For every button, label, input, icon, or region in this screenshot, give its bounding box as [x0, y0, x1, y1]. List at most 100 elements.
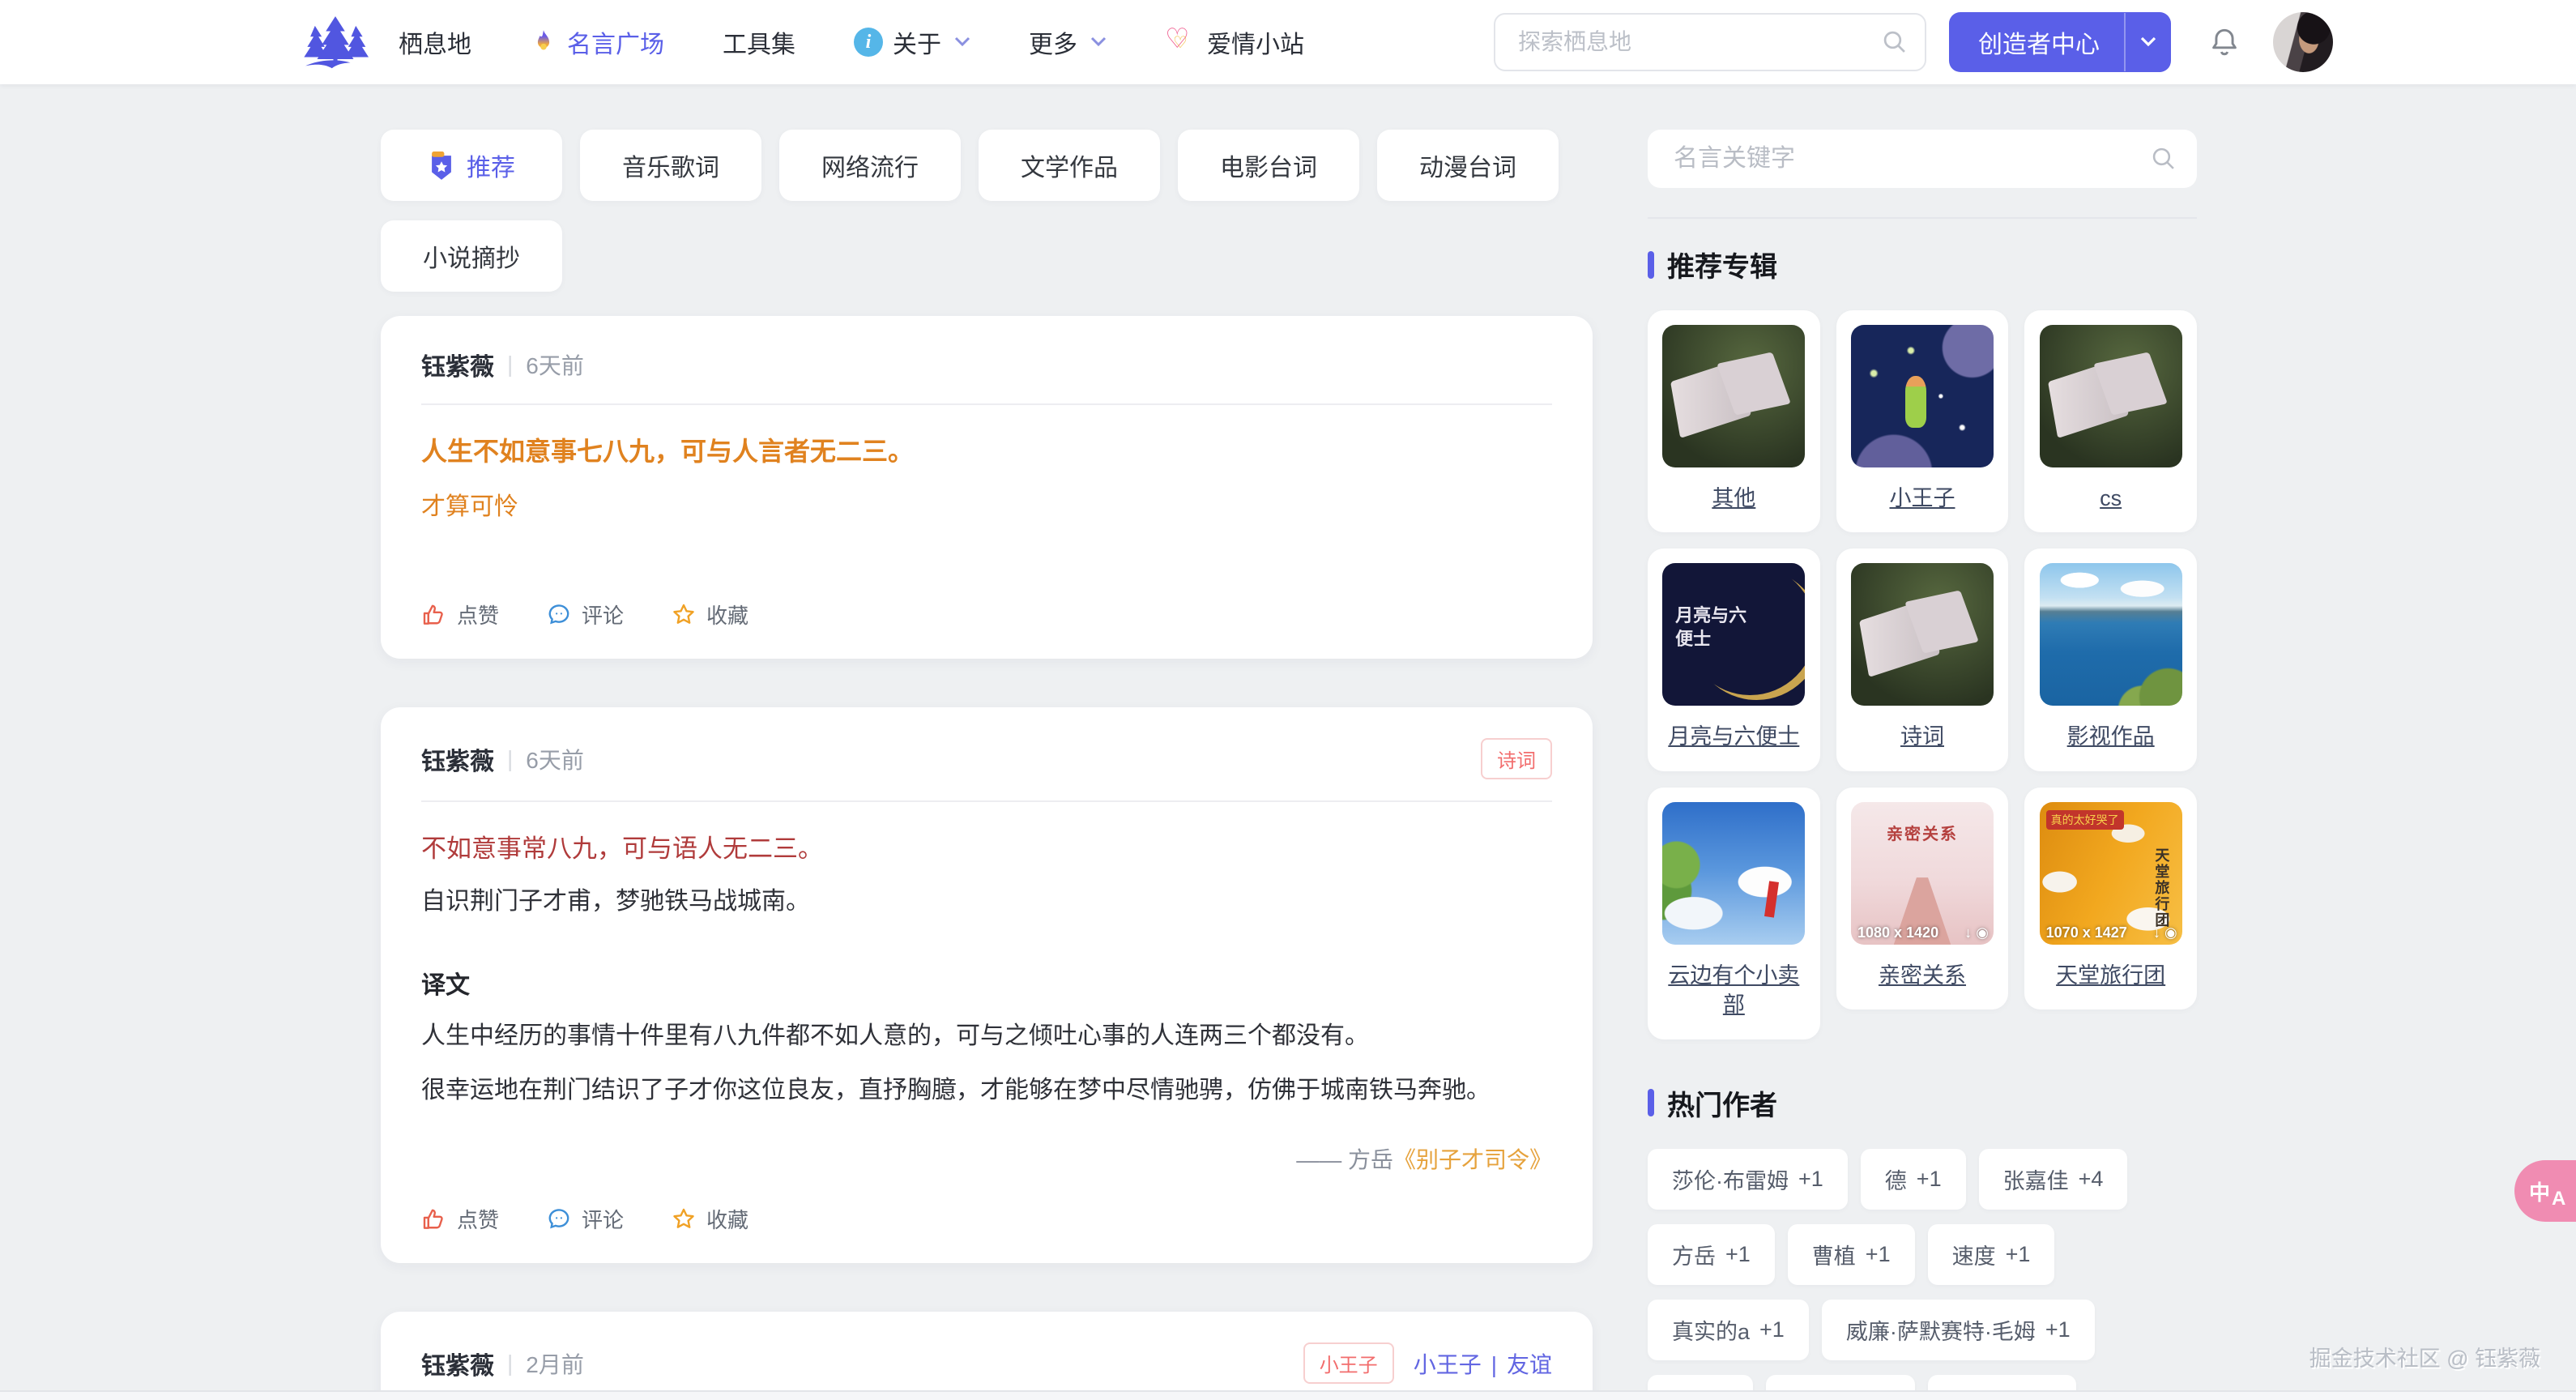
translate-button[interactable]: 中 A — [2514, 1160, 2576, 1222]
nav-label: 工具集 — [723, 24, 795, 60]
album-card[interactable]: 云边有个小卖部 — [1648, 788, 1820, 1039]
tab-label: 推荐 — [467, 147, 515, 183]
album-link[interactable]: 小王子 — [1414, 1352, 1482, 1377]
attribution: —— 方岳《别子才司令》 — [421, 1142, 1552, 1175]
bottom-scrollbar-strip[interactable] — [0, 1390, 2576, 1400]
category-tabs: 推荐 音乐歌词 网络流行 文学作品 — [381, 130, 1593, 292]
album-link[interactable]: 其他 — [1712, 484, 1755, 513]
like-label: 点赞 — [457, 600, 499, 630]
author-count: +1 — [1759, 1317, 1785, 1342]
nav-item-love-station[interactable]: ♡♡ 爱情小站 — [1165, 24, 1304, 60]
nav-item-about[interactable]: i 关于 — [854, 24, 970, 60]
search-icon[interactable] — [1881, 28, 1909, 56]
site-search-input[interactable] — [1515, 28, 1881, 57]
category-tab[interactable]: 推荐 — [381, 130, 562, 201]
album-cover-title: 月亮与六便士 — [1675, 604, 1750, 651]
comment-button[interactable]: 评论 — [546, 600, 624, 630]
topic-link[interactable]: 友谊 — [1507, 1352, 1552, 1377]
category-tag[interactable]: 诗词 — [1481, 738, 1552, 779]
album-tag[interactable]: 小王子 — [1303, 1342, 1394, 1384]
album-card[interactable]: 小王子 — [1836, 310, 2009, 532]
album-link[interactable]: cs — [2100, 484, 2122, 513]
author-tag[interactable]: 曹植 +1 — [1788, 1224, 1915, 1285]
keyword-search-input[interactable] — [1670, 143, 2150, 174]
album-card[interactable]: 月亮与六便士 月亮与六便士 — [1648, 548, 1820, 770]
accent-bar — [1648, 1089, 1654, 1116]
category-tab[interactable]: 网络流行 — [779, 130, 961, 201]
nav-label: 更多 — [1029, 24, 1077, 60]
comment-bubble-icon — [546, 602, 572, 628]
creator-center-button[interactable]: 创造者中心 — [1949, 12, 2171, 72]
nav-item-habitat[interactable]: 栖息地 — [399, 24, 471, 60]
author-tag[interactable]: 莎伦·布雷姆 +1 — [1648, 1149, 1848, 1210]
favorite-button[interactable]: 收藏 — [671, 1204, 748, 1234]
author-tag[interactable]: 威廉·萨默赛特·毛姆 +1 — [1822, 1300, 2095, 1360]
post-time: 2月前 — [526, 1347, 584, 1380]
translation-text: 人生中经历的事情十件里有八九件都不如人意的，可与之倾吐心事的人连两三个都没有。 — [421, 1017, 1552, 1056]
nav-item-tools[interactable]: 工具集 — [723, 24, 795, 60]
album-card[interactable]: 影视作品 — [2024, 548, 2197, 770]
post-card: 钰紫薇 | 6天前 人生不如意事七八九，可与人言者无二三。 才算可怜 点赞 评论 — [381, 316, 1593, 659]
user-avatar[interactable] — [2273, 12, 2333, 72]
category-tab[interactable]: 电影台词 — [1178, 130, 1359, 201]
nav-label: 关于 — [893, 24, 941, 60]
post-author[interactable]: 钰紫薇 — [421, 1346, 494, 1381]
chevron-down-icon — [954, 36, 970, 48]
album-link[interactable]: 影视作品 — [2067, 722, 2155, 751]
album-link[interactable]: 月亮与六便士 — [1668, 722, 1799, 751]
comment-button[interactable]: 评论 — [546, 1204, 624, 1234]
tab-label: 小说摘抄 — [423, 238, 520, 274]
author-count: +4 — [2079, 1167, 2104, 1192]
category-tab[interactable]: 小说摘抄 — [381, 220, 562, 292]
album-link[interactable]: 云边有个小卖部 — [1657, 961, 1810, 1020]
category-tab[interactable]: 动漫台词 — [1377, 130, 1559, 201]
bell-icon[interactable] — [2207, 24, 2242, 60]
tab-label: 动漫台词 — [1419, 147, 1516, 183]
author-tag[interactable]: 真实的a +1 — [1648, 1300, 1809, 1360]
translate-icon: 中 — [2529, 1176, 2550, 1206]
album-card[interactable]: 其他 — [1648, 310, 1820, 532]
album-card[interactable]: 真的太好哭了 天堂旅行团 1070 x 1427 ↓ ◉ 天堂旅行团 — [2024, 788, 2197, 1009]
author-name: 德 — [1885, 1163, 1907, 1195]
album-card[interactable]: 亲密关系 1080 x 1420 ↓ ◉ 亲密关系 — [1836, 788, 2009, 1009]
search-icon[interactable] — [2150, 145, 2177, 173]
divider — [421, 403, 1552, 405]
quote-line: 人生不如意事七八九，可与人言者无二三。 — [421, 431, 1552, 468]
album-link[interactable]: 天堂旅行团 — [2056, 961, 2165, 990]
star-icon — [671, 1206, 697, 1232]
album-link[interactable]: 小王子 — [1889, 484, 1955, 513]
author-count: +1 — [1917, 1167, 1942, 1192]
album-link[interactable]: 亲密关系 — [1879, 961, 1966, 990]
chevron-down-icon[interactable] — [2126, 36, 2171, 48]
album-link[interactable]: 诗词 — [1900, 722, 1944, 751]
album-card[interactable]: 诗词 — [1836, 548, 2009, 770]
separator: | — [507, 1351, 513, 1377]
nav-label: 栖息地 — [399, 24, 471, 60]
nav-item-more[interactable]: 更多 — [1029, 24, 1107, 60]
post-actions: 点赞 评论 收藏 — [421, 590, 1552, 636]
post-author[interactable]: 钰紫薇 — [421, 347, 494, 382]
translate-icon-letter: A — [2552, 1188, 2565, 1210]
image-dimensions-overlay: 1080 x 1420 — [1857, 924, 1938, 941]
author-tag[interactable]: 速度 +1 — [1928, 1224, 2055, 1285]
album-cover: 真的太好哭了 天堂旅行团 1070 x 1427 ↓ ◉ — [2040, 802, 2182, 945]
favorite-button[interactable]: 收藏 — [671, 600, 748, 630]
album-card[interactable]: cs — [2024, 310, 2197, 532]
post-author[interactable]: 钰紫薇 — [421, 741, 494, 777]
like-button[interactable]: 点赞 — [421, 1204, 499, 1234]
comment-label: 评论 — [582, 1204, 624, 1234]
post-links: 小王子|友谊 — [1414, 1347, 1552, 1380]
work-link[interactable]: 《别子才司令》 — [1393, 1147, 1552, 1172]
author-tag[interactable]: 张嘉佳 +4 — [1979, 1149, 2128, 1210]
category-tab[interactable]: 音乐歌词 — [580, 130, 761, 201]
album-cover-title: 亲密关系 — [1851, 821, 1994, 844]
author-tag[interactable]: 方岳 +1 — [1648, 1224, 1775, 1285]
author-name: 曹植 — [1812, 1239, 1856, 1270]
like-button[interactable]: 点赞 — [421, 600, 499, 630]
author-count: +1 — [2045, 1317, 2071, 1342]
author-count: +1 — [2006, 1242, 2031, 1267]
site-logo[interactable] — [301, 13, 369, 71]
nav-item-quotes-square[interactable]: 名言广场 — [530, 24, 664, 60]
author-tag[interactable]: 德 +1 — [1861, 1149, 1966, 1210]
category-tab[interactable]: 文学作品 — [979, 130, 1160, 201]
